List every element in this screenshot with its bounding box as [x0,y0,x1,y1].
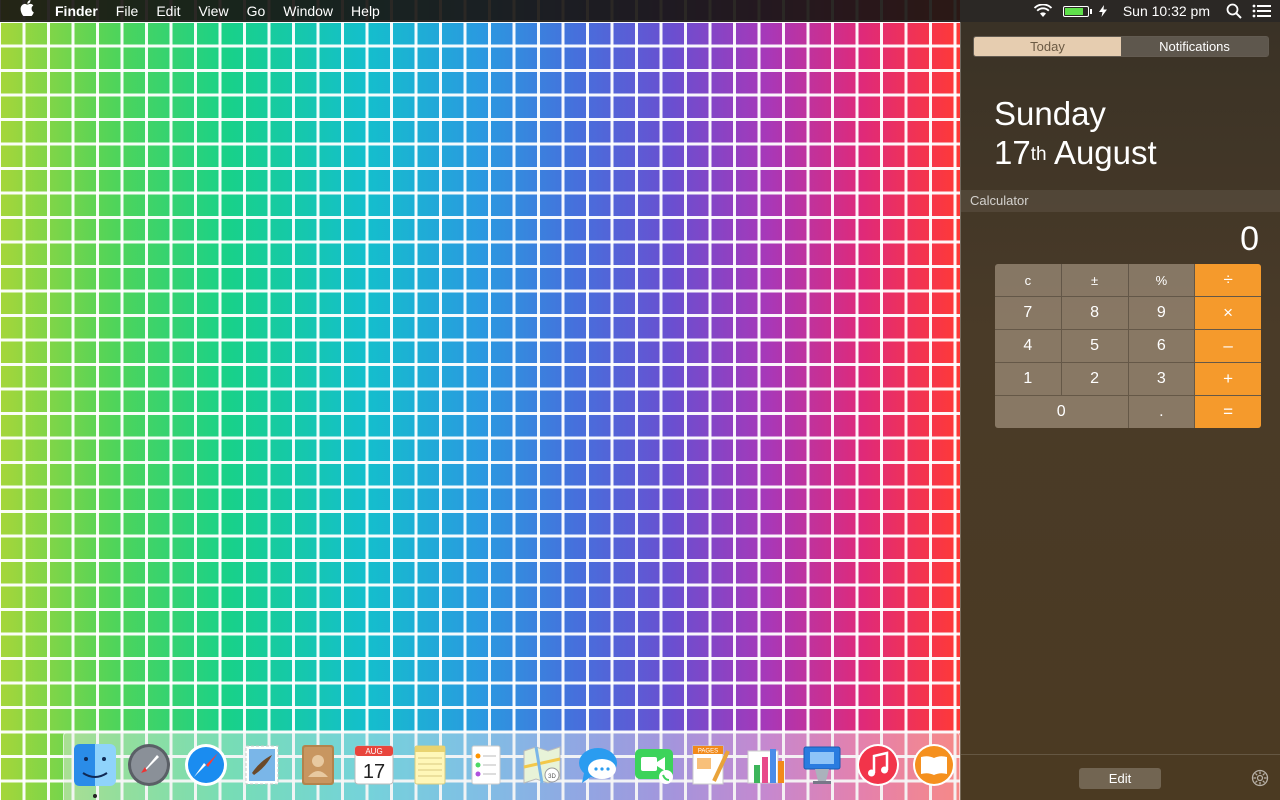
podium-icon [803,746,841,784]
menu-bar: Finder File Edit View Go Window Help Sun… [0,0,1280,22]
date-day: 17 [994,134,1031,171]
dock-launchpad[interactable] [125,741,173,789]
nc-segmented-control: Today Notifications [973,36,1269,57]
calendar-day: 17 [363,761,385,783]
today-date: Sunday 17th August [994,94,1157,172]
dock-numbers[interactable] [742,741,790,789]
calculator-keypad: c ± % ÷ 7 8 9 × 4 5 6 – 1 2 3 + 0 . = [995,264,1261,428]
calc-key-3[interactable]: 3 [1128,363,1195,395]
menu-view[interactable]: View [189,0,237,22]
date-line: 17th August [994,133,1157,172]
calc-key-decimal[interactable]: . [1128,396,1195,428]
menu-go[interactable]: Go [238,0,275,22]
svg-text:3D: 3D [548,774,556,780]
dock-itunes[interactable] [854,741,902,789]
dock-messages[interactable] [574,741,622,789]
tab-today[interactable]: Today [974,37,1121,56]
apple-icon [20,0,34,17]
calc-key-4[interactable]: 4 [995,330,1061,362]
charging-icon [1098,5,1107,17]
calc-key-percent[interactable]: % [1128,264,1195,296]
calc-key-subtract[interactable]: – [1195,330,1261,362]
menu-help[interactable]: Help [342,0,389,22]
finder-icon [74,744,116,786]
clock[interactable]: Sun 10:32 pm [1117,0,1216,22]
calc-key-5[interactable]: 5 [1061,330,1128,362]
running-indicator [93,794,97,798]
dock-pages[interactable]: PAGES [686,741,734,789]
dock-finder[interactable] [71,741,119,798]
checklist-icon [471,745,501,785]
calculator-widget-header: Calculator [961,190,1280,212]
dock-mail[interactable] [238,741,286,789]
pages-label: PAGES [698,749,718,755]
menu-file[interactable]: File [107,0,148,22]
wifi-icon[interactable] [1033,4,1053,18]
wallpaper-grid [0,0,960,800]
calc-key-2[interactable]: 2 [1061,363,1128,395]
date-weekday: Sunday [994,95,1106,132]
menu-edit[interactable]: Edit [147,0,189,22]
video-call-icon [635,749,673,784]
rocket-icon [128,744,170,786]
calendar-icon: AUG 17 [354,745,394,785]
calc-key-1[interactable]: 1 [995,363,1061,395]
nc-footer: Edit [961,754,1280,800]
music-note-icon [857,744,899,786]
dock-notes[interactable] [406,741,454,789]
gear-icon[interactable] [1251,769,1269,787]
mail-stamp-icon [245,745,279,785]
dock-reminders[interactable] [462,741,510,789]
dock-keynote[interactable] [798,741,846,789]
widget-title: Calculator [970,193,1029,208]
app-menu-finder[interactable]: Finder [46,0,107,22]
calc-key-multiply[interactable]: × [1195,297,1261,329]
calc-key-plus-minus[interactable]: ± [1061,264,1128,296]
edit-button[interactable]: Edit [1079,768,1161,789]
dock: AUG 17 3D PAGES [63,732,960,800]
battery-icon[interactable] [1062,5,1092,17]
pages-icon: PAGES [692,745,730,785]
book-icon [913,744,955,786]
calc-key-equals[interactable]: = [1195,396,1261,428]
menu-window[interactable]: Window [274,0,342,22]
spotlight-icon[interactable] [1226,3,1242,19]
dock-calendar[interactable]: AUG 17 [350,741,398,789]
dock-safari[interactable] [182,741,230,789]
map-icon: 3D [523,746,561,784]
notification-center-icon[interactable] [1252,4,1272,18]
calc-key-9[interactable]: 9 [1128,297,1195,329]
desktop: Finder File Edit View Go Window Help Sun… [0,0,1280,800]
calc-key-add[interactable]: + [1195,363,1261,395]
dock-ibooks[interactable] [910,741,958,789]
calc-key-divide[interactable]: ÷ [1195,264,1261,296]
numbers-chart-icon [747,749,784,784]
address-book-icon [302,745,334,785]
dock-contacts[interactable] [294,741,342,789]
apple-menu[interactable] [0,0,46,22]
notepad-icon [414,745,446,785]
calc-key-clear[interactable]: c [995,264,1061,296]
calc-key-0[interactable]: 0 [995,396,1128,428]
date-ordinal: th [1030,144,1047,165]
dock-facetime[interactable] [630,741,678,789]
calendar-month: AUG [365,747,382,756]
speech-bubble-icon [579,748,617,783]
notification-center: Today Notifications Sunday 17th August C… [960,22,1280,800]
calculator-display: 0 [1240,220,1259,258]
dock-maps[interactable]: 3D [518,741,566,789]
tab-notifications[interactable]: Notifications [1121,37,1268,56]
calc-key-7[interactable]: 7 [995,297,1061,329]
date-month: August [1053,134,1157,171]
calc-key-6[interactable]: 6 [1128,330,1195,362]
compass-icon [185,744,227,786]
calc-key-8[interactable]: 8 [1061,297,1128,329]
